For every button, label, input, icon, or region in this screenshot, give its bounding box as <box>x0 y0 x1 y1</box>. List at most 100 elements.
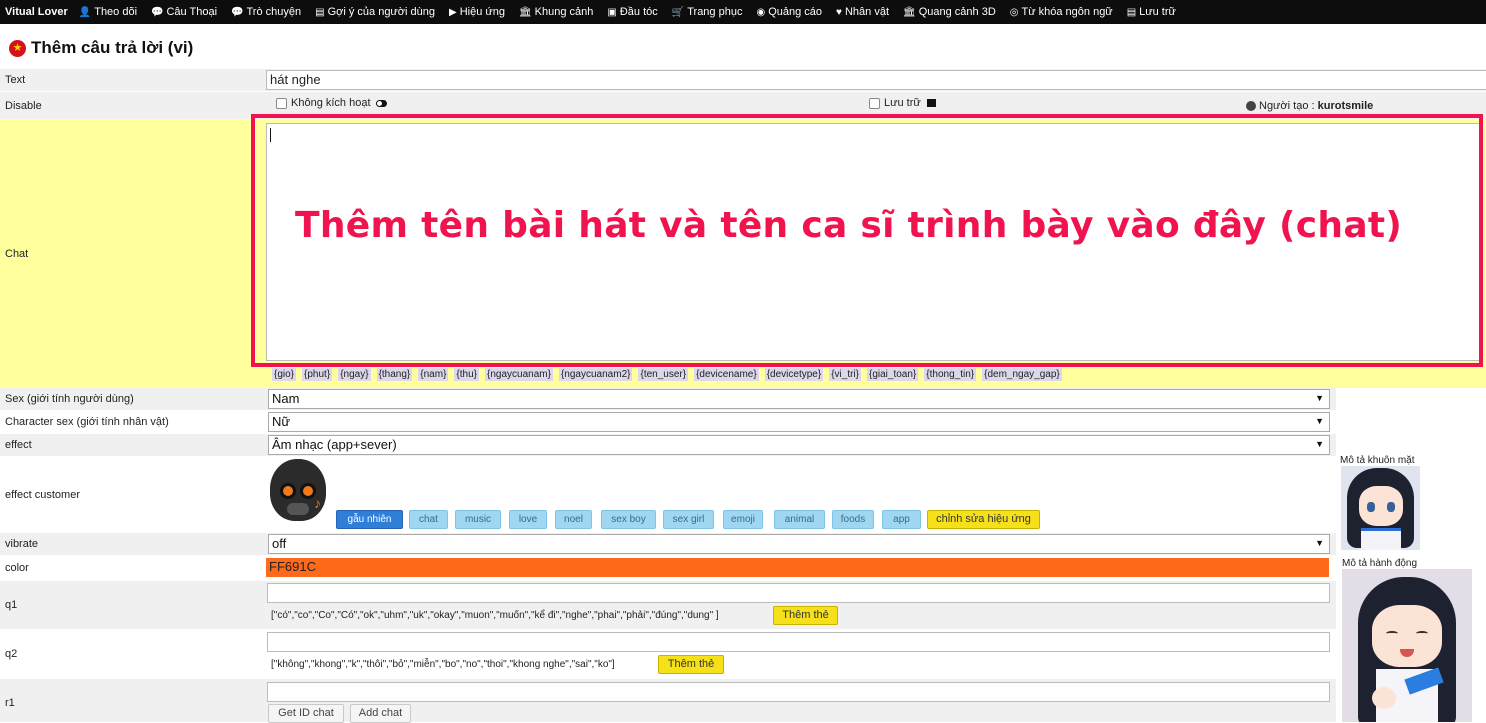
effect-select[interactable]: Âm nhạc (app+sever) ▼ <box>268 435 1330 455</box>
vibrate-label: vibrate <box>5 538 39 550</box>
nav-item-label: Hiệu ứng <box>459 6 505 18</box>
target-icon: ◎ <box>1009 6 1019 18</box>
effect-button[interactable]: noel <box>555 510 592 529</box>
nav-item-2[interactable]: 💬 Trò chuyện <box>224 6 308 18</box>
effect-button[interactable]: sex boy <box>601 510 656 529</box>
nav-item-label: Theo dõi <box>94 6 138 18</box>
hair-icon: ▣ <box>607 6 617 18</box>
add-chat-button[interactable]: Add chat <box>350 704 411 723</box>
r1-input[interactable] <box>267 682 1330 702</box>
variable-tag[interactable]: {vi_tri} <box>829 368 861 381</box>
disable-label: Disable <box>5 100 42 112</box>
gorilla-music-avatar[interactable]: ♪ <box>270 459 330 521</box>
vibrate-select[interactable]: off ▼ <box>268 534 1330 554</box>
archive-checkbox[interactable] <box>869 97 880 109</box>
effect-button[interactable]: animal <box>774 510 825 529</box>
toggle-icon <box>375 99 387 107</box>
play-circle-icon: ▶ <box>448 6 457 18</box>
creator-info: Người tạo : kurotsmile <box>1246 100 1373 112</box>
q2-keywords: ["không","khong","k","thôi","bỏ","miễn",… <box>271 659 615 670</box>
variable-tag[interactable]: {thang} <box>376 368 413 381</box>
variable-tag[interactable]: {phut} <box>302 368 333 381</box>
nav-item-label: Quang cảnh 3D <box>918 6 996 18</box>
effect-customer-label: effect customer <box>5 489 80 501</box>
variable-tag[interactable]: {giai_toan} <box>867 368 919 381</box>
effect-customer-row: effect customer ♪ gẫu nhiên chat music love… <box>0 457 1486 533</box>
effect-button[interactable]: sex girl <box>663 510 714 529</box>
q1-input[interactable] <box>267 583 1330 603</box>
sex-select[interactable]: Nam ▼ <box>268 389 1330 409</box>
face-image[interactable] <box>1341 466 1420 550</box>
brand-logo[interactable]: Vitual Lover <box>0 6 72 18</box>
nav-item-label: Từ khóa ngôn ngữ <box>1021 6 1113 18</box>
page-title: Thêm câu trả lời (vi) <box>31 38 194 57</box>
creator-name[interactable]: kurotsmile <box>1318 100 1374 112</box>
nav-item-0[interactable]: 👤 Theo dõi <box>72 6 144 18</box>
variable-tag[interactable]: {nam} <box>418 368 449 381</box>
nav-item-3[interactable]: ▤ Gợi ý của người dùng <box>308 6 442 18</box>
nav-item-label: Câu Thoại <box>166 6 218 18</box>
effect-label: effect <box>5 439 32 451</box>
archive-option: Lưu trữ <box>869 97 936 109</box>
text-input[interactable]: hát nghe <box>266 70 1486 90</box>
effect-button[interactable]: music <box>455 510 501 529</box>
edit-effect-button[interactable]: chỉnh sửa hiệu ứng <box>927 510 1040 529</box>
variable-tag[interactable]: {dem_ngay_gap} <box>982 368 1062 381</box>
char-sex-label: Character sex (giới tính nhân vật) <box>5 416 169 428</box>
variable-tag[interactable]: {ten_user} <box>638 368 689 381</box>
nav-item-10[interactable]: 🏛 Quang cảnh 3D <box>896 6 1003 18</box>
q1-add-tag-button[interactable]: Thêm thẻ <box>773 606 838 625</box>
page-header: ★ Thêm câu trả lời (vi) <box>9 38 193 58</box>
nav-item-9[interactable]: ♥ Nhân vật <box>829 6 896 18</box>
bank-3d-icon: 🏛 <box>903 6 916 18</box>
q2-add-tag-button[interactable]: Thêm thẻ <box>658 655 724 674</box>
text-row: Text hát nghe <box>0 69 1486 91</box>
variable-tag[interactable]: {ngay} <box>338 368 371 381</box>
q2-label: q2 <box>5 648 18 660</box>
char-sex-select[interactable]: Nữ ▼ <box>268 412 1330 432</box>
nav-item-12[interactable]: ▤ Lưu trữ <box>1120 6 1183 18</box>
q1-row: q1 ["có","co","Co","Có","ok","uhm","uk",… <box>0 581 1486 629</box>
get-id-chat-button[interactable]: Get ID chat <box>268 704 344 723</box>
nav-item-4[interactable]: ▶ Hiệu ứng <box>442 6 512 18</box>
ad-icon: ◉ <box>756 6 766 18</box>
list-icon: ▤ <box>315 6 325 18</box>
variable-tag[interactable]: {thu} <box>454 368 480 381</box>
nav-item-label: Lưu trữ <box>1139 6 1176 18</box>
heart-icon: ♥ <box>836 6 842 18</box>
effect-button[interactable]: foods <box>832 510 874 529</box>
nav-item-8[interactable]: ◉ Quảng cáo <box>749 6 829 18</box>
nav-item-6[interactable]: ▣ Đầu tóc <box>600 6 664 18</box>
nav-item-1[interactable]: 💬 Câu Thoại <box>144 6 224 18</box>
effect-button[interactable]: app <box>882 510 921 529</box>
color-label: color <box>5 562 29 574</box>
top-nav: Vitual Lover 👤 Theo dõi 💬 Câu Thoại 💬 Trò chu… <box>0 0 1486 24</box>
user-icon: 👤 <box>78 6 92 18</box>
variable-tag[interactable]: {thong_tin} <box>924 368 977 381</box>
action-image[interactable] <box>1342 569 1472 722</box>
face-description-label: Mô tả khuôn mặt <box>1340 455 1415 466</box>
comments-icon: 💬 <box>231 6 244 18</box>
q2-input[interactable] <box>267 632 1330 652</box>
nav-item-5[interactable]: 🏛 Khung cảnh <box>512 6 600 18</box>
variable-tag[interactable]: {devicetype} <box>764 368 824 381</box>
nav-item-11[interactable]: ◎ Từ khóa ngôn ngữ <box>1003 6 1120 18</box>
sex-label: Sex (giới tính người dùng) <box>5 393 134 405</box>
nav-item-label: Gợi ý của người dùng <box>327 6 435 18</box>
nav-item-label: Trang phục <box>687 6 743 18</box>
variable-tag[interactable]: {ngaycuanam} <box>485 368 553 381</box>
variable-tag[interactable]: {ngaycuanam2} <box>558 368 633 381</box>
color-row: color FF691C <box>0 556 1486 580</box>
variable-tag[interactable]: {gio} <box>272 368 297 381</box>
user-circle-icon <box>1246 101 1256 112</box>
effect-button[interactable]: gẫu nhiên <box>336 510 403 529</box>
effect-button[interactable]: chat <box>409 510 448 529</box>
nav-item-7[interactable]: 🛒 Trang phục <box>665 6 750 18</box>
chevron-down-icon: ▼ <box>1315 439 1324 449</box>
effect-button[interactable]: emoji <box>723 510 763 529</box>
disable-checkbox[interactable] <box>276 97 287 109</box>
color-input[interactable]: FF691C <box>266 558 1329 577</box>
variable-tag[interactable]: {devicename} <box>694 368 759 381</box>
nav-item-label: Khung cảnh <box>534 6 594 18</box>
effect-button[interactable]: love <box>509 510 547 529</box>
